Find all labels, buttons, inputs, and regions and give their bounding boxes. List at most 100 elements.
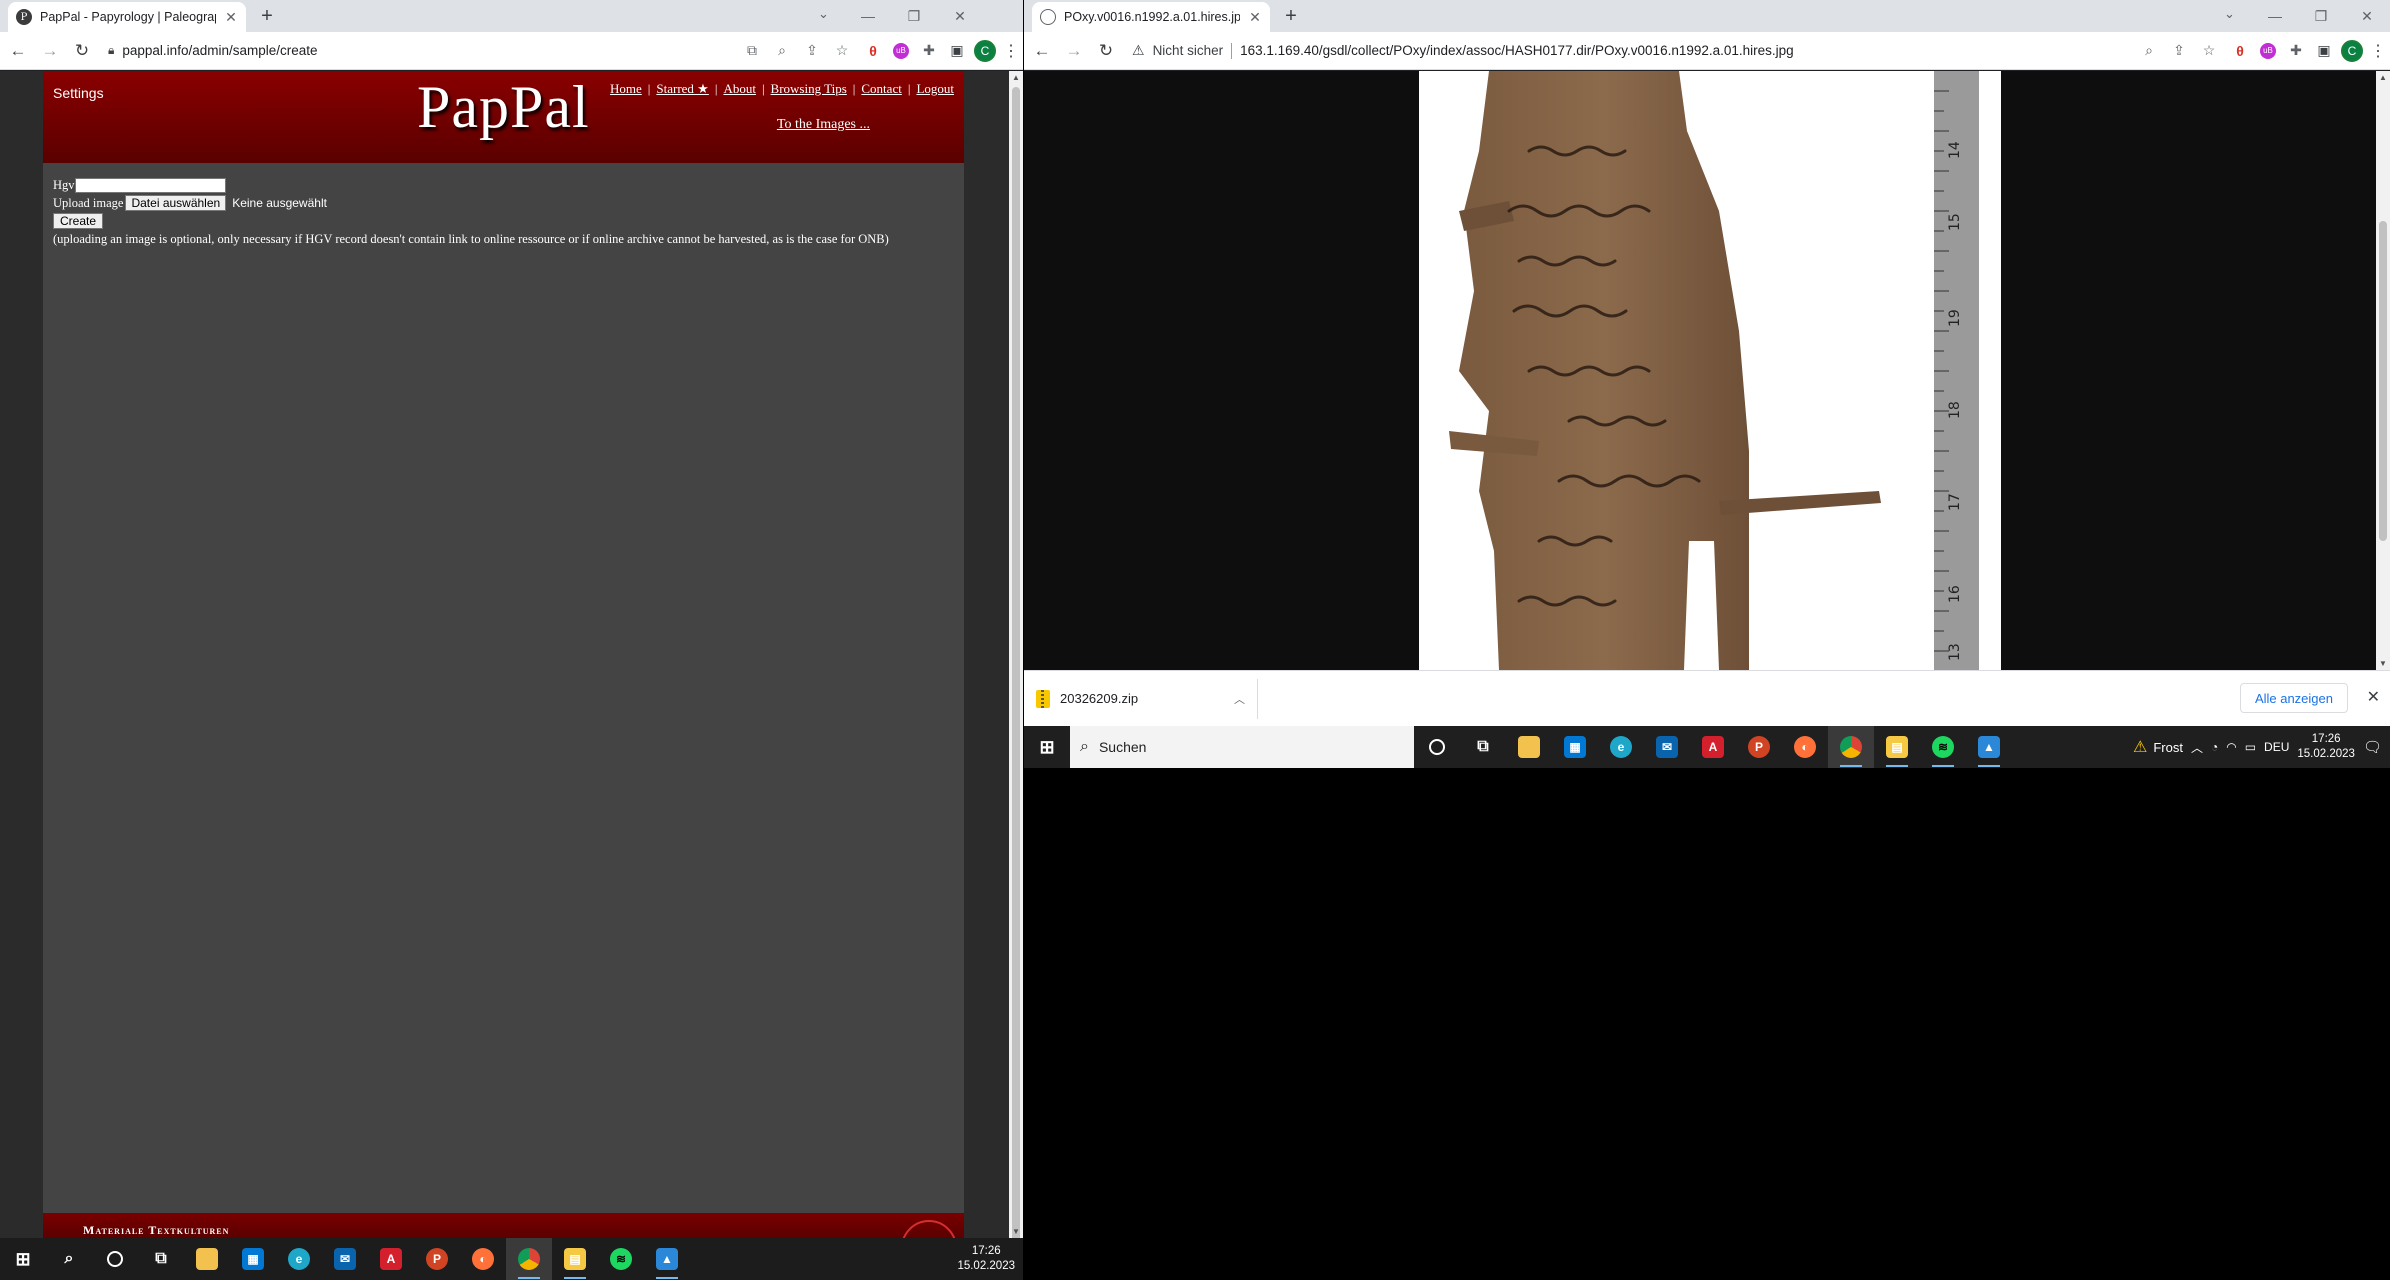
close-window-icon[interactable]: ✕ bbox=[2344, 2, 2390, 30]
language-indicator[interactable]: DEU bbox=[2264, 740, 2289, 754]
right-scroll-thumb[interactable] bbox=[2379, 221, 2387, 541]
powerpoint-icon[interactable]: P bbox=[414, 1238, 460, 1280]
create-button[interactable]: Create bbox=[53, 213, 104, 229]
taskbar-search-box[interactable]: ⌕ Suchen bbox=[1070, 726, 1414, 768]
share-icon[interactable]: ⇪ bbox=[801, 42, 823, 59]
zoom-icon[interactable]: ⌕ bbox=[771, 42, 793, 59]
tray-chevron-icon[interactable]: ︿ bbox=[2191, 739, 2203, 756]
forward-arrow-icon[interactable]: → bbox=[1060, 37, 1088, 65]
cortana-icon[interactable] bbox=[1414, 726, 1460, 768]
tab-search-chevron-icon[interactable]: ⌄ bbox=[818, 6, 829, 22]
address-bar[interactable]: ⚠︎ Nicht sicher 163.1.169.40/gsdl/collec… bbox=[1126, 35, 2220, 66]
files-icon[interactable]: ▤ bbox=[552, 1238, 598, 1280]
scroll-up-icon[interactable]: ▲ bbox=[1009, 73, 1023, 82]
mail-icon[interactable]: ✉ bbox=[322, 1238, 368, 1280]
address-bar[interactable]: 🔒︎ pappal.info/admin/sample/create ⧉ ⌕ ⇪… bbox=[102, 35, 853, 66]
close-download-bar-icon[interactable]: ✕ bbox=[2367, 687, 2380, 707]
tab-poxy-image[interactable]: POxy.v0016.n1992.a.01.hires.jpg ✕ bbox=[1032, 2, 1270, 32]
address-url[interactable]: pappal.info/admin/sample/create bbox=[122, 43, 733, 58]
photos-icon[interactable]: ▲ bbox=[1966, 726, 2012, 768]
explorer-icon[interactable] bbox=[1506, 726, 1552, 768]
not-secure-label[interactable]: Nicht sicher bbox=[1153, 43, 1224, 58]
notifications-icon[interactable]: 🗨︎ bbox=[2363, 738, 2382, 756]
minimize-icon[interactable]: — bbox=[2252, 2, 2298, 30]
lock-icon[interactable]: 🔒︎ bbox=[108, 43, 114, 58]
to-images-link[interactable]: To the Images ... bbox=[777, 117, 870, 133]
sidepanel-icon[interactable]: ▣ bbox=[943, 37, 971, 65]
acrobat-icon[interactable]: A bbox=[368, 1238, 414, 1280]
firefox-icon[interactable]: ◐ bbox=[460, 1238, 506, 1280]
hgv-input[interactable] bbox=[74, 177, 226, 193]
network-icon[interactable]: ◔ bbox=[2211, 740, 2218, 754]
battery-icon[interactable]: ▭ bbox=[2245, 740, 2256, 754]
weather-widget[interactable]: ⚠ Frost bbox=[2133, 737, 2183, 757]
cortana-icon[interactable] bbox=[92, 1238, 138, 1280]
tab-pappal[interactable]: P PapPal - Papyrology | Paleograph ✕ bbox=[8, 2, 246, 32]
extension-red-icon[interactable]: θ bbox=[859, 37, 887, 65]
reload-icon[interactable]: ↻ bbox=[68, 37, 96, 65]
tab-search-chevron-icon[interactable]: ⌄ bbox=[2224, 6, 2235, 22]
scroll-down-icon[interactable]: ▼ bbox=[1009, 1227, 1023, 1236]
nav-browsing-tips[interactable]: Browsing Tips bbox=[771, 81, 847, 97]
download-file-name[interactable]: 20326209.zip bbox=[1060, 691, 1224, 706]
share-icon[interactable]: ⇪ bbox=[2168, 42, 2190, 59]
minimize-icon[interactable]: — bbox=[845, 2, 891, 30]
nav-logout[interactable]: Logout bbox=[916, 81, 954, 97]
star-icon[interactable]: ☆ bbox=[2198, 42, 2220, 59]
site-logo[interactable]: PapPal bbox=[417, 73, 590, 142]
task-view-icon[interactable]: ⧉ bbox=[138, 1238, 184, 1280]
new-tab-button[interactable]: + bbox=[1280, 6, 1302, 28]
left-clock[interactable]: 17:26 15.02.2023 bbox=[957, 1244, 1015, 1274]
files-icon[interactable]: ▤ bbox=[1874, 726, 1920, 768]
powerpoint-icon[interactable]: P bbox=[1736, 726, 1782, 768]
address-url[interactable]: 163.1.169.40/gsdl/collect/POxy/index/ass… bbox=[1240, 43, 2130, 58]
star-icon[interactable]: ☆ bbox=[831, 42, 853, 59]
zoom-icon[interactable]: ⌕ bbox=[2138, 42, 2160, 59]
forward-arrow-icon[interactable]: → bbox=[36, 37, 64, 65]
papyrus-image[interactable]: 19 18 17 16 15 14 13 bbox=[1419, 71, 2001, 670]
tab-close-icon[interactable]: ✕ bbox=[224, 9, 238, 26]
extension-red-icon[interactable]: θ bbox=[2226, 37, 2254, 65]
chrome-icon[interactable] bbox=[1828, 726, 1874, 768]
warning-icon[interactable]: ⚠︎ bbox=[1132, 42, 1145, 59]
extension-purple-icon[interactable]: uB bbox=[2254, 37, 2282, 65]
right-scrollbar[interactable]: ▲ ▼ bbox=[2376, 71, 2390, 670]
scroll-up-icon[interactable]: ▲ bbox=[2376, 73, 2390, 82]
nav-about[interactable]: About bbox=[723, 81, 756, 97]
right-clock[interactable]: 17:26 15.02.2023 bbox=[2297, 732, 2355, 762]
nav-starred[interactable]: Starred ★ bbox=[656, 81, 708, 97]
edge-icon[interactable]: e bbox=[276, 1238, 322, 1280]
explorer-icon[interactable] bbox=[184, 1238, 230, 1280]
left-scrollbar[interactable]: ▲ ▼ bbox=[1009, 71, 1023, 1238]
store-icon[interactable]: ▦ bbox=[1552, 726, 1598, 768]
profile-avatar[interactable]: C bbox=[971, 37, 999, 65]
extensions-icon[interactable]: ✚ bbox=[2282, 37, 2310, 65]
windows-start-icon[interactable]: ⊞ bbox=[1024, 726, 1070, 768]
edge-icon[interactable]: e bbox=[1598, 726, 1644, 768]
wifi-icon[interactable]: ◠ bbox=[2226, 740, 2236, 754]
nav-contact[interactable]: Contact bbox=[861, 81, 901, 97]
sidepanel-icon[interactable]: ▣ bbox=[2310, 37, 2338, 65]
task-view-icon[interactable]: ⧉ bbox=[1460, 726, 1506, 768]
choose-file-button[interactable]: Datei auswählen bbox=[125, 195, 227, 211]
extension-purple-icon[interactable]: uB bbox=[887, 37, 915, 65]
chrome-icon[interactable] bbox=[506, 1238, 552, 1280]
windows-start-icon[interactable]: ⊞ bbox=[0, 1238, 46, 1280]
scroll-down-icon[interactable]: ▼ bbox=[2376, 659, 2390, 668]
spotify-icon[interactable]: ≋ bbox=[1920, 726, 1966, 768]
left-scroll-thumb[interactable] bbox=[1012, 87, 1020, 1238]
restore-icon[interactable]: ❐ bbox=[2298, 2, 2344, 30]
spotify-icon[interactable]: ≋ bbox=[598, 1238, 644, 1280]
back-arrow-icon[interactable]: ← bbox=[4, 37, 32, 65]
restore-icon[interactable]: ❐ bbox=[891, 2, 937, 30]
nav-home[interactable]: Home bbox=[610, 81, 642, 97]
show-all-downloads-button[interactable]: Alle anzeigen bbox=[2239, 683, 2348, 713]
settings-link[interactable]: Settings bbox=[53, 85, 104, 101]
acrobat-icon[interactable]: A bbox=[1690, 726, 1736, 768]
back-arrow-icon[interactable]: ← bbox=[1028, 37, 1056, 65]
mail-icon[interactable]: ✉ bbox=[1644, 726, 1690, 768]
profile-avatar[interactable]: C bbox=[2338, 37, 2366, 65]
extensions-icon[interactable]: ✚ bbox=[915, 37, 943, 65]
kebab-menu-icon[interactable]: ⋮ bbox=[2366, 41, 2390, 61]
download-item[interactable]: 20326209.zip ︿ bbox=[1024, 678, 1258, 719]
